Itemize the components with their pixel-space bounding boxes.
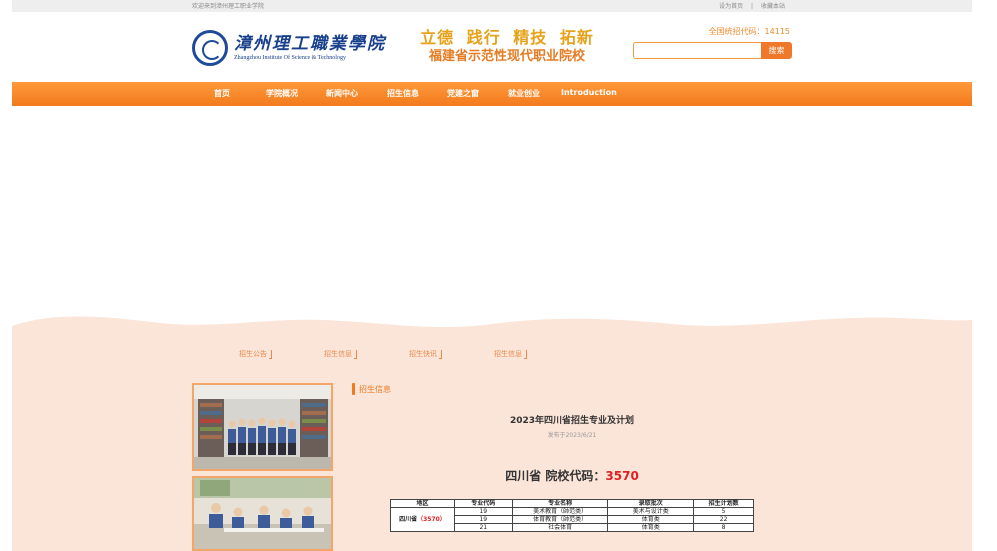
school-logo[interactable]: 漳州理工職業學院 Zhangzhou Institute Of Science … — [192, 30, 386, 66]
search-input[interactable] — [633, 42, 761, 59]
page: 欢迎来到漳州理工职业学院 设为首页 | 收藏本站 漳州理工職業學院 Zhangz… — [0, 0, 997, 551]
table-row: 四川省（3570） 19 美术教育（師范类） 美术与设计类 5 — [390, 507, 754, 532]
campus-photo-library[interactable] — [192, 383, 333, 471]
table-cell: 21 — [453, 523, 513, 532]
top-utility-bar: 欢迎来到漳州理工职业学院 设为首页 | 收藏本站 — [12, 0, 972, 12]
subnav-label: 招生公告 — [239, 350, 267, 358]
table-cell: 19 — [453, 507, 513, 516]
utility-separator: | — [751, 3, 754, 10]
column-header: 专业名称 — [511, 499, 609, 508]
section-marker-icon — [352, 383, 355, 395]
school-slogan: 立德 践行 精技 拓新 福建省示范性现代职业院校 — [412, 28, 602, 66]
set-homepage-link[interactable]: 设为首页 — [719, 3, 743, 10]
province-code-heading: 四川省 院校代码：3570 — [472, 467, 672, 484]
section-title: 招生信息 — [359, 384, 391, 394]
column-header: 招生计划数 — [693, 499, 754, 508]
classroom-photo-image — [194, 478, 331, 549]
table-cell: 8 — [693, 523, 754, 532]
table-cell: 社会体育 — [511, 523, 609, 532]
enrollment-plan-table: 地区 专业代码 专业名称 录取批次 招生计划数 四川省（3570） 19 美术教… — [390, 499, 754, 532]
table-cell: 美术与设计类 — [607, 507, 695, 516]
nav-item-introduction[interactable]: Introduction — [561, 88, 617, 97]
table-cell: 美术教育（師范类） — [511, 507, 609, 516]
table-cell: 19 — [453, 515, 513, 524]
column-header: 录取批次 — [607, 499, 695, 508]
main-nav: 首页 学院概况 新闻中心 招生信息 党建之窗 就业创业 Introduction — [12, 82, 972, 106]
nav-item-employment[interactable]: 就业创业 — [508, 88, 540, 99]
subnav-item-info-2[interactable]: 招生信息 — [494, 349, 527, 359]
nav-item-about[interactable]: 学院概况 — [266, 88, 298, 99]
slogan-subtitle: 福建省示范性现代职业院校 — [428, 49, 585, 64]
subnav-label: 招生信息 — [494, 350, 522, 358]
subnav-label: 招生快讯 — [409, 350, 437, 358]
region-name: 四川省 — [399, 516, 418, 523]
school-name-en: Zhangzhou Institute Of Science & Technol… — [234, 55, 346, 61]
table-cell: 体育教育（師范类） — [511, 515, 609, 524]
subnav-item-announcement[interactable]: 招生公告 — [239, 349, 272, 359]
subnav-item-info[interactable]: 招生信息 — [324, 349, 357, 359]
table-cell: 5 — [693, 507, 754, 516]
logo-text: 漳州理工職業學院 Zhangzhou Institute Of Science … — [234, 34, 386, 62]
region-code: （3570） — [417, 516, 446, 523]
welcome-text: 欢迎来到漳州理工职业学院 — [192, 3, 265, 10]
note-icon — [439, 349, 442, 359]
nav-item-party[interactable]: 党建之窗 — [447, 88, 479, 99]
library-photo-image — [194, 385, 331, 469]
table-header-row: 地区 专业代码 专业名称 录取批次 招生计划数 — [390, 499, 754, 508]
province-code: 3570 — [605, 469, 639, 483]
school-emblem-icon — [192, 30, 228, 66]
note-icon — [524, 349, 527, 359]
article-title: 2023年四川省招生专业及计划 — [509, 416, 635, 426]
table-cell: 体育类 — [607, 515, 695, 524]
table-cell: 22 — [693, 515, 754, 524]
nav-item-home[interactable]: 首页 — [214, 88, 230, 99]
region-cell: 四川省（3570） — [390, 507, 455, 532]
section-heading: 招生信息 — [352, 383, 391, 395]
nav-item-news[interactable]: 新闻中心 — [326, 88, 358, 99]
column-header: 地区 — [390, 499, 455, 508]
column-header: 专业代码 — [453, 499, 513, 508]
enroll-code-text: 全国统招代码：14115 — [708, 27, 790, 36]
nav-item-admissions[interactable]: 招生信息 — [387, 88, 419, 99]
slogan-motto: 立德 践行 精技 拓新 — [420, 28, 594, 47]
subnav-item-news-flash[interactable]: 招生快讯 — [409, 349, 442, 359]
article-date: 发布于2023/6/21 — [547, 432, 597, 439]
note-icon — [269, 349, 272, 359]
table-cell: 体育类 — [607, 523, 695, 532]
search-button[interactable]: 搜索 — [761, 42, 792, 59]
campus-photo-classroom[interactable] — [192, 476, 333, 551]
province-label: 四川省 院校代码： — [505, 469, 606, 483]
bookmark-link[interactable]: 收藏本站 — [761, 3, 785, 10]
utility-links: 设为首页 | 收藏本站 — [716, 1, 788, 10]
subnav-label: 招生信息 — [324, 350, 352, 358]
note-icon — [354, 349, 357, 359]
school-name-cn: 漳州理工職業學院 — [234, 34, 386, 54]
